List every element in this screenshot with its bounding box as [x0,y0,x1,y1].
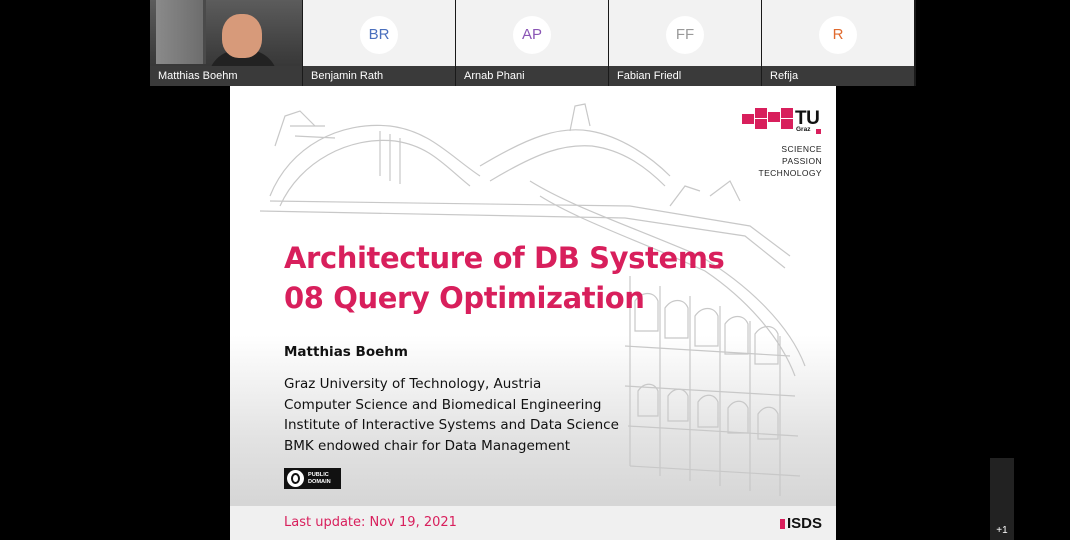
license-text: PUBLIC DOMAIN [308,472,331,485]
cc-zero-icon [287,470,304,487]
tagline-line: SCIENCE [781,144,822,154]
affiliation-line: Graz University of Technology, Austria [284,376,542,392]
participant-name: Benjamin Rath [303,66,455,86]
slide-title: Architecture of DB Systems 08 Query Opti… [284,238,725,318]
participant-tile[interactable]: AP Arnab Phani [456,0,608,86]
avatar: R [819,16,857,54]
avatar: AP [513,16,551,54]
participant-tile[interactable]: R Refija [762,0,914,86]
title-line: 08 Query Optimization [284,281,645,315]
presentation-slide: TU Graz SCIENCE PASSION TECHNOLOGY Archi… [230,86,836,540]
participant-name: Matthias Boehm [150,66,302,86]
affiliation-line: BMK endowed chair for Data Management [284,437,571,454]
participant-name: Fabian Friedl [609,66,761,86]
public-domain-badge: PUBLIC DOMAIN [284,468,341,489]
tagline-line: TECHNOLOGY [758,168,822,178]
graz-label: Graz [796,126,811,133]
affiliation-line: Institute of Interactive Systems and Dat… [284,417,619,433]
isds-label: ISDS [786,515,822,532]
logo-accent-square [816,129,821,134]
tu-graz-logo-mark [742,108,793,129]
tagline-line: PASSION [782,156,822,166]
screen-share-area[interactable]: TU Graz SCIENCE PASSION TECHNOLOGY Archi… [130,86,938,540]
more-participants-button[interactable]: +1 [990,458,1014,540]
isds-logo: ISDS [779,515,822,532]
background-door [156,0,206,64]
tagline: SCIENCE PASSION TECHNOLOGY [742,143,822,179]
participant-tile[interactable]: FF Fabian Friedl [609,0,761,86]
avatar: FF [666,16,704,54]
participant-head [222,14,262,58]
participant-name: Refija [762,66,914,86]
participant-strip: Matthias Boehm BR Benjamin Rath AP Arnab… [150,0,916,86]
title-line: Architecture of DB Systems [284,241,725,275]
participant-tile-video[interactable]: Matthias Boehm [150,0,302,86]
author-name: Matthias Boehm [284,344,408,360]
participant-name: Arnab Phani [456,66,608,86]
affiliation-line: Computer Science and Biomedical Engineer… [284,396,602,413]
more-participants-count: +1 [996,525,1008,536]
last-update: Last update: Nov 19, 2021 [284,515,457,530]
affiliation: Graz University of Technology, Austria C… [284,374,619,456]
isds-accent-icon [779,518,785,529]
participant-tile[interactable]: BR Benjamin Rath [303,0,455,86]
avatar: BR [360,16,398,54]
